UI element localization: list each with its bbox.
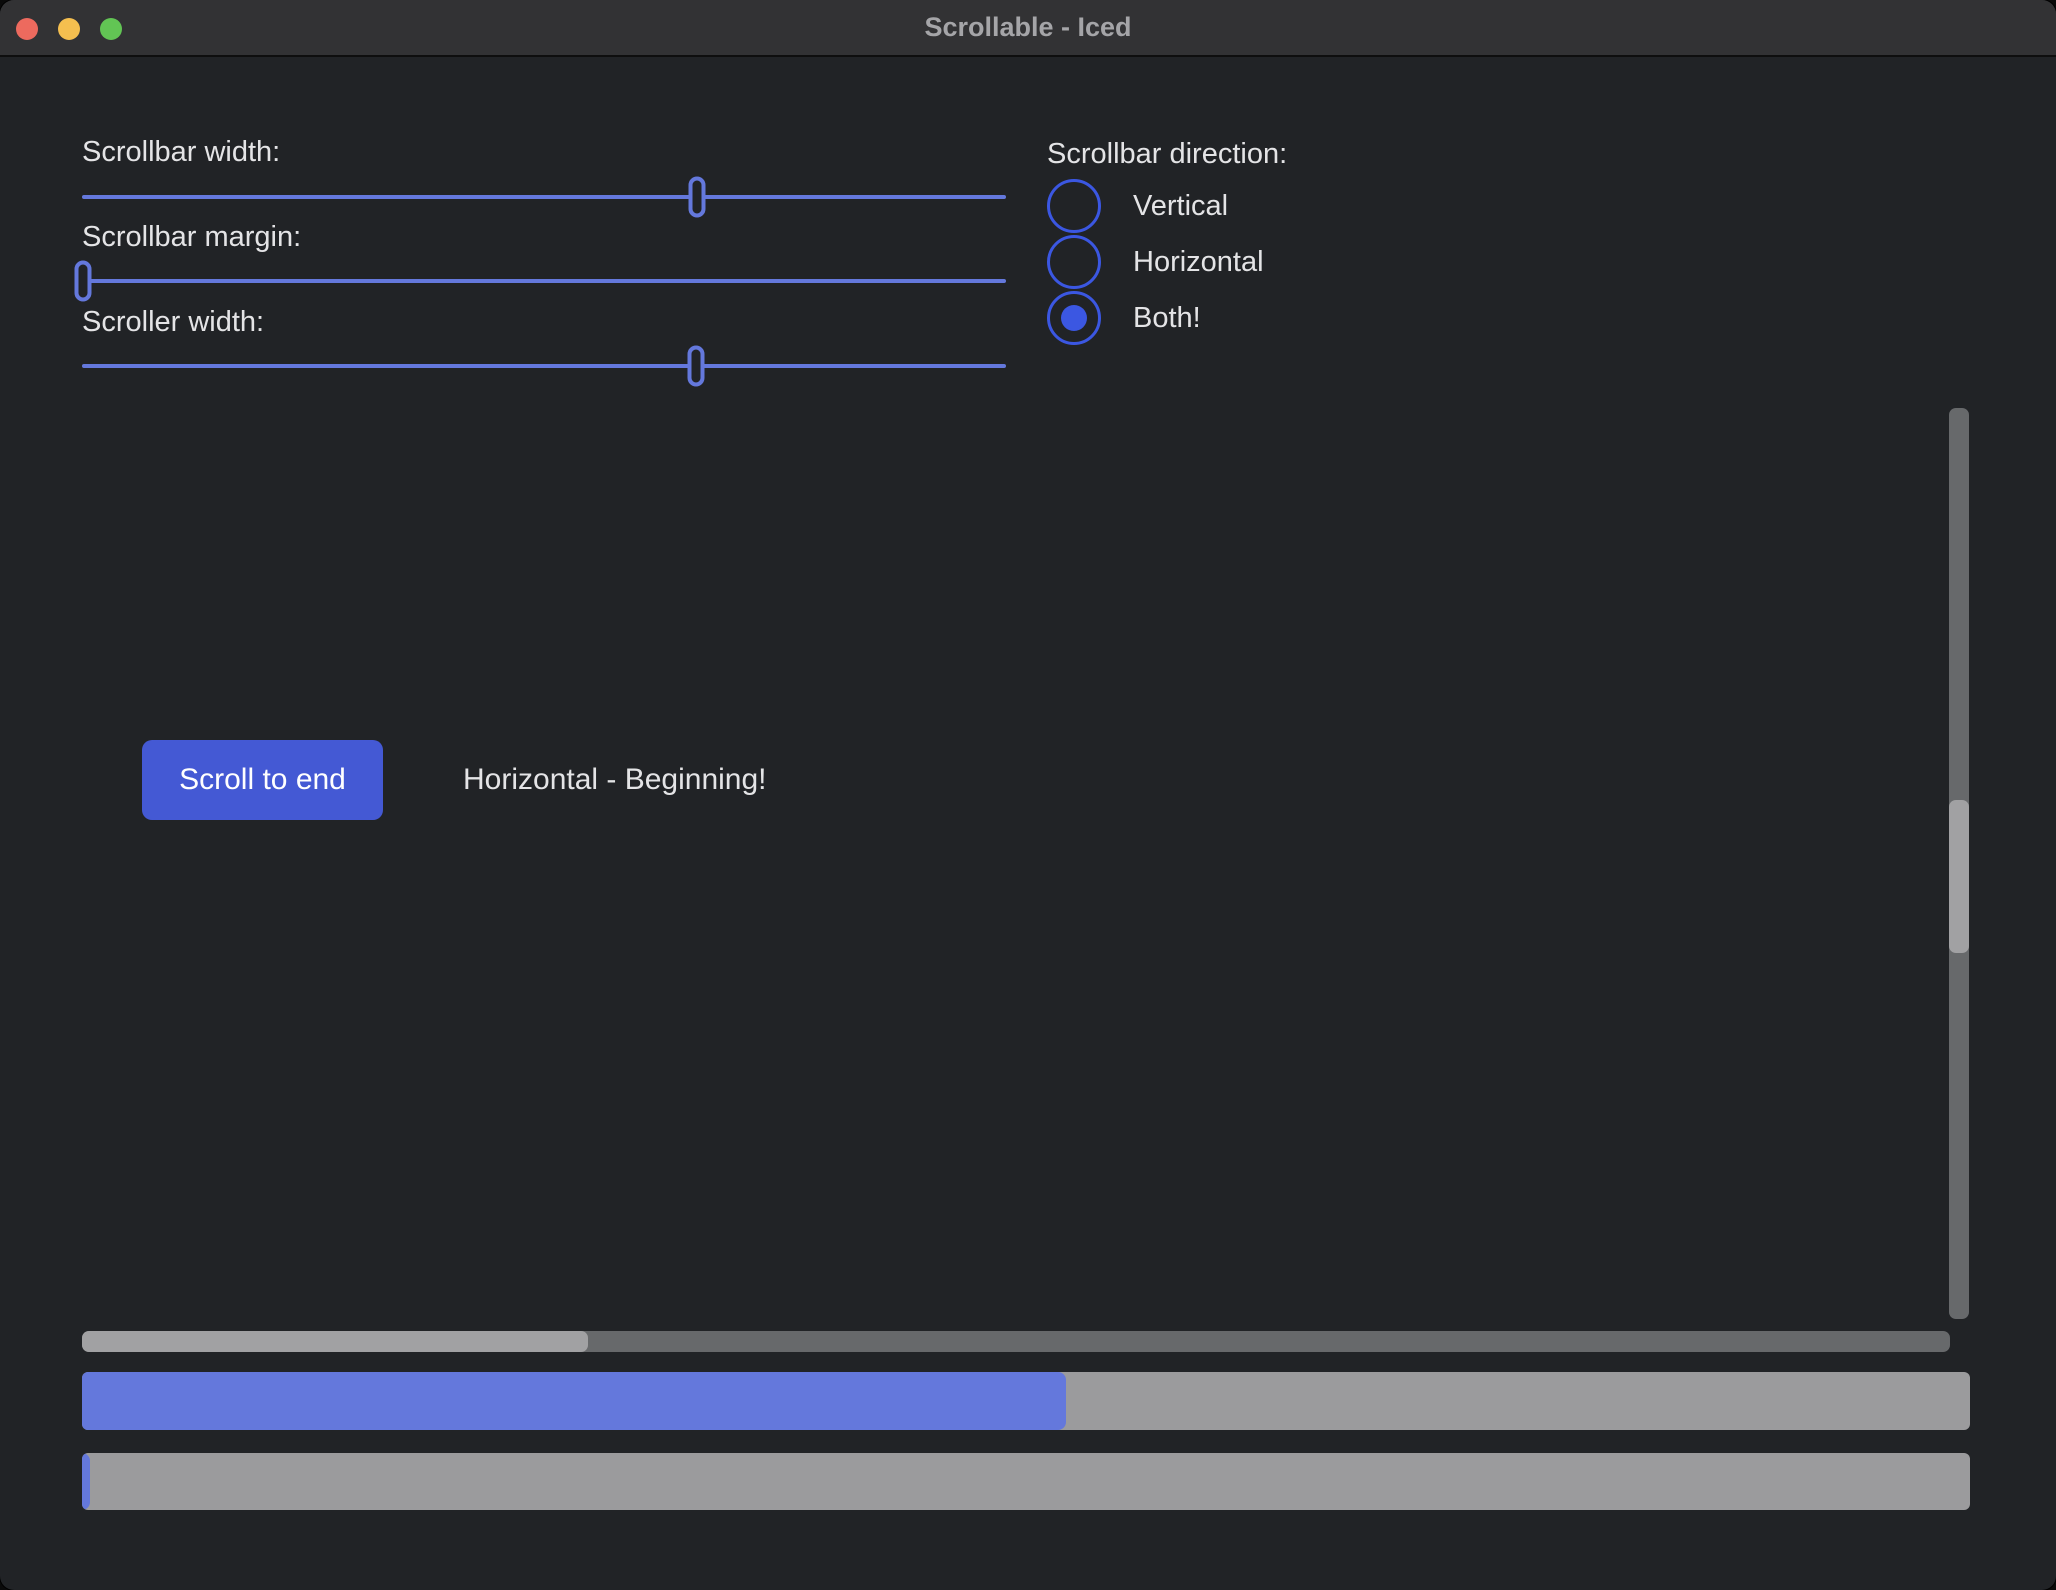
progress-fill [82, 1453, 90, 1510]
radio-circle-icon[interactable] [1047, 179, 1101, 233]
horizontal-scrollbar-track[interactable] [82, 1331, 1950, 1352]
slider-handle[interactable] [74, 261, 91, 302]
slider-handle[interactable] [688, 346, 705, 387]
radio-both[interactable]: Both! [1047, 290, 1287, 346]
radio-horizontal-label: Horizontal [1133, 246, 1264, 279]
progress-fill [82, 1372, 1066, 1430]
radio-circle-icon[interactable] [1047, 235, 1101, 289]
radio-dot-icon [1061, 305, 1087, 331]
slider-track[interactable] [82, 279, 1006, 283]
scrollbar-margin-slider[interactable] [82, 257, 1006, 305]
window-title: Scrollable - Iced [0, 0, 2056, 55]
scrollbar-direction-group: Scrollbar direction: Vertical Horizontal… [1047, 136, 1287, 346]
scroll-status-text: Horizontal - Beginning! [463, 740, 767, 820]
radio-vertical[interactable]: Vertical [1047, 178, 1287, 234]
slider-handle[interactable] [689, 177, 706, 218]
slider-track[interactable] [82, 364, 1006, 368]
scroller-width-label: Scroller width: [82, 304, 264, 340]
app-window: Scrollable - Iced Scrollbar width: Scrol… [0, 0, 2056, 1590]
scrollbar-direction-label: Scrollbar direction: [1047, 136, 1287, 172]
horizontal-scrollbar-thumb[interactable] [82, 1331, 588, 1352]
scroll-to-end-button[interactable]: Scroll to end [142, 740, 383, 820]
radio-horizontal[interactable]: Horizontal [1047, 234, 1287, 290]
vertical-scrollbar-thumb[interactable] [1949, 800, 1969, 953]
horizontal-progress-bar [82, 1372, 1970, 1430]
scrollbar-width-label: Scrollbar width: [82, 134, 280, 170]
slider-track[interactable] [82, 195, 1006, 199]
radio-vertical-label: Vertical [1133, 190, 1228, 223]
vertical-progress-bar [82, 1453, 1970, 1510]
radio-both-label: Both! [1133, 302, 1201, 335]
title-bar: Scrollable - Iced [0, 0, 2056, 57]
radio-circle-icon[interactable] [1047, 291, 1101, 345]
scrollbar-margin-label: Scrollbar margin: [82, 219, 301, 255]
scrollbar-width-slider[interactable] [82, 173, 1006, 221]
vertical-scrollbar-track[interactable] [1949, 408, 1969, 1319]
scroller-width-slider[interactable] [82, 342, 1006, 390]
